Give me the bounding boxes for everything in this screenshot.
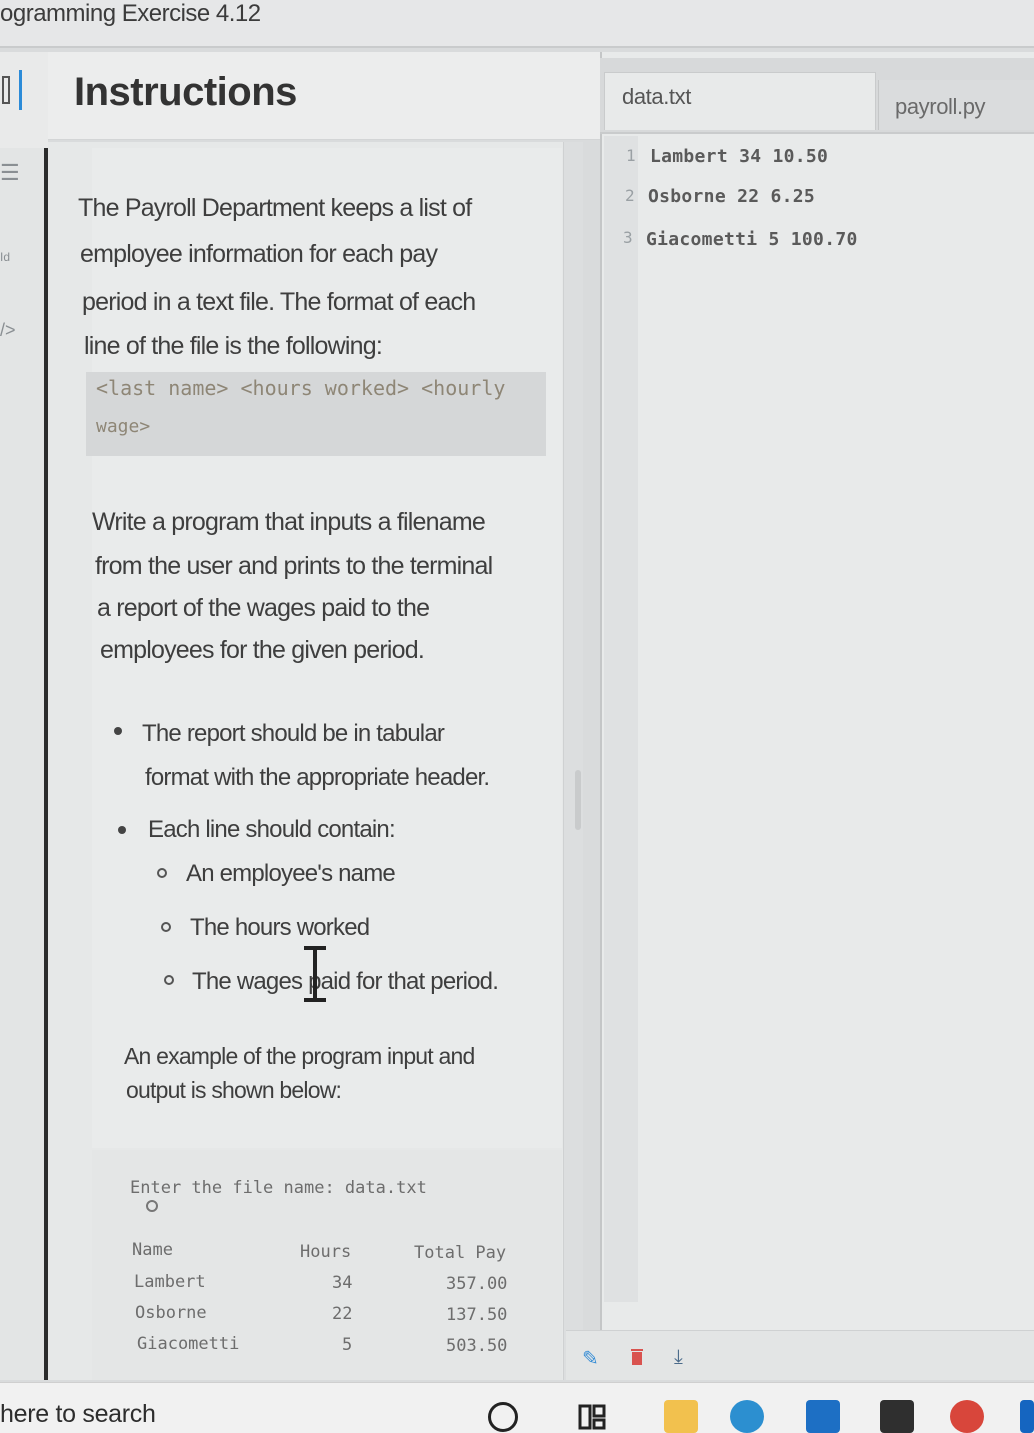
terminal-cell-name: Giacometti bbox=[137, 1334, 240, 1354]
terminal-cell-pay: 137.50 bbox=[446, 1305, 508, 1325]
sub-bullet-text: The hours worked bbox=[190, 914, 370, 941]
paragraph-line: employees for the given period. bbox=[100, 636, 425, 664]
code-icon[interactable]: /> bbox=[0, 320, 16, 341]
paragraph-line: period in a text file. The format of eac… bbox=[82, 288, 476, 316]
terminal-cell-hours: 5 bbox=[342, 1335, 353, 1355]
bullet-dot bbox=[118, 826, 126, 834]
id-icon[interactable]: Id bbox=[0, 250, 10, 264]
sub-bullet-text: An employee's name bbox=[186, 860, 396, 887]
taskbar-search[interactable]: here to search bbox=[0, 1400, 156, 1429]
terminal-cell-pay: 357.00 bbox=[446, 1274, 508, 1294]
cortana-icon[interactable] bbox=[488, 1402, 518, 1432]
file-explorer-icon[interactable] bbox=[664, 1400, 698, 1433]
chrome-icon[interactable] bbox=[950, 1400, 984, 1433]
panel-divider[interactable] bbox=[563, 142, 583, 1380]
format-code-line: wage> bbox=[96, 416, 151, 437]
editor-line[interactable]: Osborne 22 6.25 bbox=[648, 186, 815, 207]
download-icon[interactable]: ⤓ bbox=[674, 1346, 683, 1369]
terminal-header-name: Name bbox=[132, 1240, 173, 1260]
text-cursor-icon bbox=[300, 944, 330, 1004]
menu-icon[interactable]: ☰ bbox=[0, 160, 20, 186]
terminal-cell-name: Osborne bbox=[135, 1303, 207, 1323]
trash-icon[interactable] bbox=[630, 1346, 644, 1372]
mail-icon[interactable] bbox=[806, 1400, 840, 1433]
bullet-text: format with the appropriate header. bbox=[145, 764, 490, 791]
pencil-icon[interactable]: ✎ bbox=[582, 1346, 599, 1371]
editor-line[interactable]: Lambert 34 10.50 bbox=[650, 146, 828, 167]
paragraph-line: from the user and prints to the terminal bbox=[95, 552, 493, 580]
line-number: 1 bbox=[626, 146, 636, 165]
sub-bullet-circle bbox=[157, 868, 167, 878]
example-intro: output is shown below: bbox=[126, 1077, 342, 1103]
paragraph-line: line of the file is the following: bbox=[84, 332, 383, 360]
code-editor[interactable] bbox=[600, 52, 1034, 1380]
sub-bullet-text: The wages paid for that period. bbox=[192, 968, 499, 995]
terminal-cursor-icon bbox=[146, 1200, 158, 1212]
format-code-line: <last name> <hours worked> <hourly bbox=[96, 376, 506, 400]
paragraph-line: Write a program that inputs a filename bbox=[92, 508, 486, 536]
tab-label: data.txt bbox=[622, 84, 691, 109]
editor-line[interactable]: Giacometti 5 100.70 bbox=[646, 229, 858, 250]
bullet-text: The report should be in tabular bbox=[142, 720, 445, 747]
terminal-cell-pay: 503.50 bbox=[446, 1336, 508, 1356]
sub-bullet-circle bbox=[161, 922, 171, 932]
task-view-icon[interactable] bbox=[578, 1402, 608, 1432]
bullet-text: Each line should contain: bbox=[148, 816, 396, 843]
instructions-title: Instructions bbox=[74, 70, 297, 114]
terminal-cell-hours: 22 bbox=[332, 1304, 353, 1324]
app-icon[interactable] bbox=[1020, 1400, 1034, 1433]
exercise-title: ogramming Exercise 4.12 bbox=[0, 0, 261, 27]
line-number: 2 bbox=[625, 186, 635, 205]
line-number: 3 bbox=[623, 228, 633, 247]
line-number-gutter bbox=[604, 136, 638, 1302]
terminal-header-hours: Hours bbox=[300, 1242, 352, 1262]
terminal-cell-hours: 34 bbox=[332, 1273, 353, 1293]
edge-icon[interactable] bbox=[730, 1400, 764, 1433]
paragraph-line: The Payroll Department keeps a list of bbox=[78, 194, 472, 222]
store-icon[interactable] bbox=[880, 1400, 914, 1433]
terminal-cell-name: Lambert bbox=[134, 1272, 206, 1292]
terminal-prompt: Enter the file name: data.txt bbox=[130, 1178, 427, 1198]
tab-label: payroll.py bbox=[895, 94, 986, 119]
bullet-dot bbox=[114, 727, 122, 735]
panel-box-icon bbox=[2, 76, 10, 104]
paragraph-line: a report of the wages paid to the bbox=[97, 594, 430, 622]
paragraph-line: employee information for each pay bbox=[80, 240, 438, 268]
scrollbar-thumb[interactable] bbox=[575, 770, 581, 830]
sub-bullet-circle bbox=[164, 975, 174, 985]
tab-separator bbox=[600, 132, 1034, 134]
terminal-header-total: Total Pay bbox=[414, 1243, 507, 1263]
